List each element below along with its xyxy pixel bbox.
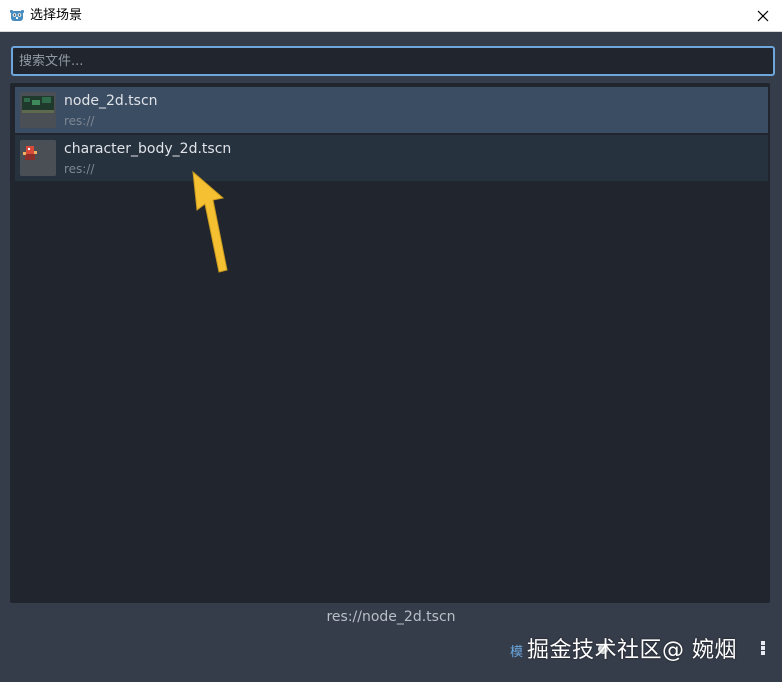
title-bar: 选择场景 [0,0,782,32]
more-options-icon[interactable] [760,640,766,656]
item-name: character_body_2d.tscn [64,141,232,157]
selected-path-label: res://node_2d.tscn [326,609,456,625]
item-path: res:// [64,162,95,176]
search-input[interactable] [11,46,775,76]
scene-thumbnail-icon [20,92,56,128]
list-item[interactable]: character_body_2d.tscn res:// [15,135,768,181]
item-name: node_2d.tscn [64,93,158,109]
godot-app-icon [10,10,24,21]
character-thumbnail-icon [20,140,56,176]
window-title: 选择场景 [30,8,83,23]
close-button[interactable] [744,0,782,31]
file-list: node_2d.tscn res:// character_body_2d.ts… [10,83,770,603]
watermark-text: 掘金技术社区@ 婉烟 [527,638,737,663]
list-item[interactable]: node_2d.tscn res:// [15,87,768,133]
fuzzy-search-option[interactable]: 模 [510,641,523,660]
scene-picker-window: 选择场景 node_2d.tscn res:// [0,0,782,682]
close-icon [757,10,769,21]
annotation-arrow-icon [192,170,228,273]
item-path: res:// [64,114,95,128]
